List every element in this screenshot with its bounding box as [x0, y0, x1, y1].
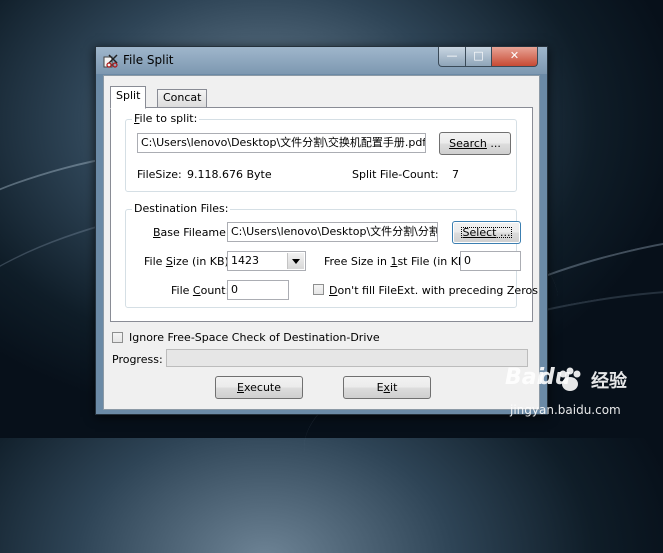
chevron-down-icon[interactable]: [287, 253, 304, 269]
watermark-url: jingyan.baidu.com: [510, 403, 621, 417]
ignore-free-space-label[interactable]: Ignore Free-Space Check of Destination-D…: [129, 331, 380, 344]
split-count-label: Split File-Count:: [352, 168, 439, 181]
split-tab-panel: File to split: C:\Users\lenovo\Desktop\文…: [110, 107, 538, 322]
ignore-free-space-checkbox[interactable]: [112, 332, 123, 343]
destination-files-legend: Destination Files:: [132, 202, 231, 215]
base-filename-input[interactable]: C:\Users\lenovo\Desktop\文件分割\分割: [227, 222, 438, 242]
search-button[interactable]: Search ...: [439, 132, 511, 155]
watermark-brand-c: 经验: [591, 371, 627, 392]
minimize-icon: —: [446, 49, 458, 62]
close-button[interactable]: ✕: [491, 47, 538, 67]
title-bar[interactable]: File Split — □ ✕: [96, 47, 547, 74]
dont-fill-fileext-label[interactable]: Don't fill FileExt. with preceding Zeros: [329, 284, 538, 297]
split-count-value: 7: [452, 168, 459, 181]
file-path-input[interactable]: C:\Users\lenovo\Desktop\文件分割\交换机配置手册.pdf: [137, 133, 426, 153]
exit-button[interactable]: Exit: [343, 376, 431, 399]
free-size-input[interactable]: 0: [460, 251, 521, 271]
window-title: File Split: [123, 53, 174, 67]
file-count-label: File Count:: [171, 284, 230, 297]
minimize-button[interactable]: —: [438, 47, 466, 67]
progress-label: Progress:: [112, 353, 163, 366]
filesize-value: 9.118.676 Byte: [187, 168, 272, 181]
scissors-app-icon: [103, 54, 118, 68]
tab-split[interactable]: Split: [110, 86, 147, 109]
baidu-jingyan-watermark: Bai du 经验 jingyan.baidu.com: [505, 365, 655, 425]
file-to-split-group: File to split: C:\Users\lenovo\Desktop\文…: [125, 112, 517, 192]
close-icon: ✕: [509, 49, 520, 62]
free-size-label: Free Size in 1st File (in KB):: [324, 255, 474, 268]
watermark-brand-b: du: [539, 365, 571, 390]
dont-fill-fileext-checkbox[interactable]: [313, 284, 324, 295]
file-size-combo[interactable]: 1423: [227, 251, 306, 271]
file-split-window: File Split — □ ✕ Split Concat File to sp…: [95, 46, 548, 415]
progress-bar: [166, 349, 528, 367]
file-to-split-legend: File to split:: [132, 112, 200, 125]
select-button[interactable]: Select ...: [452, 221, 521, 244]
destination-files-group: Destination Files: Base Fileame: C:\User…: [125, 202, 538, 308]
file-count-input[interactable]: 0: [227, 280, 289, 300]
maximize-button[interactable]: □: [465, 47, 492, 67]
base-filename-label: Base Fileame:: [153, 226, 230, 239]
tab-concat[interactable]: Concat: [157, 89, 208, 107]
maximize-icon: □: [473, 49, 484, 62]
execute-button[interactable]: Execute: [215, 376, 303, 399]
file-size-label: File Size (in KB):: [144, 255, 233, 268]
filesize-label: FileSize:: [137, 168, 182, 181]
dialog-client-area: Split Concat File to split: C:\Users\len…: [103, 75, 540, 410]
